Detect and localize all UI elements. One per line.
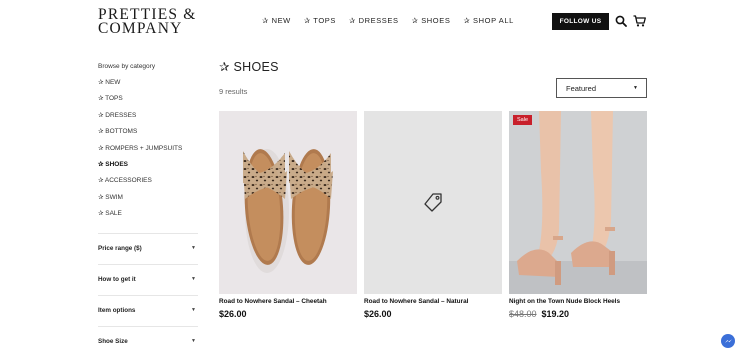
messenger-chat-icon[interactable] — [721, 334, 735, 348]
page-title: ✰ SHOES — [219, 60, 279, 74]
follow-us-button[interactable]: FOLLOW US — [552, 13, 609, 30]
filter-label: Price range ($) — [98, 245, 142, 252]
product-price: $26.00 — [364, 309, 502, 319]
product-price: $48.00 $19.20 — [509, 309, 647, 319]
caret-down-icon: ▼ — [191, 307, 196, 313]
current-price: $26.00 — [219, 309, 247, 319]
product-image-nude-heels[interactable]: Sale — [509, 111, 647, 294]
results-count: 9 results — [219, 87, 248, 96]
filter-how-to-get-it[interactable]: How to get it ▼ — [98, 264, 198, 295]
top-nav: ✰ NEW ✰ TOPS ✰ DRESSES ✰ SHOES ✰ SHOP AL… — [262, 16, 514, 25]
sidebar-item-swim[interactable]: ✰ SWIM — [98, 193, 198, 209]
caret-down-icon: ▼ — [191, 338, 196, 344]
sort-value: Featured — [566, 83, 597, 93]
category-sidebar: Browse by category ✰ NEW ✰ TOPS ✰ DRESSE… — [98, 62, 198, 226]
search-icon[interactable] — [614, 14, 628, 28]
current-price: $26.00 — [364, 309, 392, 319]
cart-icon[interactable] — [632, 14, 646, 28]
caret-down-icon: ▼ — [633, 85, 638, 91]
sale-badge: Sale — [513, 115, 533, 125]
sidebar-item-new[interactable]: ✰ NEW — [98, 78, 198, 94]
product-price: $26.00 — [219, 309, 357, 319]
filter-shoe-size[interactable]: Shoe Size ▼ — [98, 326, 198, 356]
caret-down-icon: ▼ — [191, 276, 196, 282]
tag-icon — [424, 192, 442, 212]
product-card[interactable]: Sale Night on the Town Nude Block Heels … — [509, 111, 647, 319]
product-image-cheetah-sandals[interactable] — [219, 111, 357, 294]
filter-label: Item options — [98, 307, 136, 314]
product-name[interactable]: Night on the Town Nude Block Heels — [509, 297, 647, 307]
filter-price-range[interactable]: Price range ($) ▼ — [98, 233, 198, 264]
nav-shop-all[interactable]: ✰ SHOP ALL — [463, 16, 514, 25]
original-price: $48.00 — [509, 309, 537, 319]
product-name[interactable]: Road to Nowhere Sandal – Cheetah — [219, 297, 357, 307]
nav-shoes[interactable]: ✰ SHOES — [412, 16, 451, 25]
product-card[interactable]: Road to Nowhere Sandal – Cheetah $26.00 — [219, 111, 357, 319]
sort-select[interactable]: Featured ▼ — [556, 78, 647, 98]
sidebar-item-shoes[interactable]: ✰ SHOES — [98, 160, 198, 176]
sidebar-item-sale[interactable]: ✰ SALE — [98, 209, 198, 225]
nav-dresses[interactable]: ✰ DRESSES — [349, 16, 399, 25]
sidebar-item-dresses[interactable]: ✰ DRESSES — [98, 111, 198, 127]
sidebar-item-rompers[interactable]: ✰ ROMPERS + JUMPSUITS — [98, 144, 198, 160]
filter-label: How to get it — [98, 276, 136, 283]
filter-label: Shoe Size — [98, 338, 128, 345]
sidebar-title: Browse by category — [98, 63, 156, 70]
sidebar-item-accessories[interactable]: ✰ ACCESSORIES — [98, 176, 198, 192]
filter-item-options[interactable]: Item options ▼ — [98, 295, 198, 326]
product-name[interactable]: Road to Nowhere Sandal – Natural — [364, 297, 502, 307]
sidebar-item-tops[interactable]: ✰ TOPS — [98, 94, 198, 110]
current-price: $19.20 — [541, 309, 570, 319]
sidebar-item-bottoms[interactable]: ✰ BOTTOMS — [98, 127, 198, 143]
nav-tops[interactable]: ✰ TOPS — [304, 16, 336, 25]
nav-new[interactable]: ✰ NEW — [262, 16, 291, 25]
caret-down-icon: ▼ — [191, 245, 196, 251]
product-card[interactable]: Road to Nowhere Sandal – Natural $26.00 — [364, 111, 502, 319]
brand-logo[interactable]: PRETTIES & COMPANY — [98, 7, 198, 37]
product-image-placeholder[interactable] — [364, 111, 502, 294]
brand-line-2: COMPANY — [98, 20, 183, 37]
